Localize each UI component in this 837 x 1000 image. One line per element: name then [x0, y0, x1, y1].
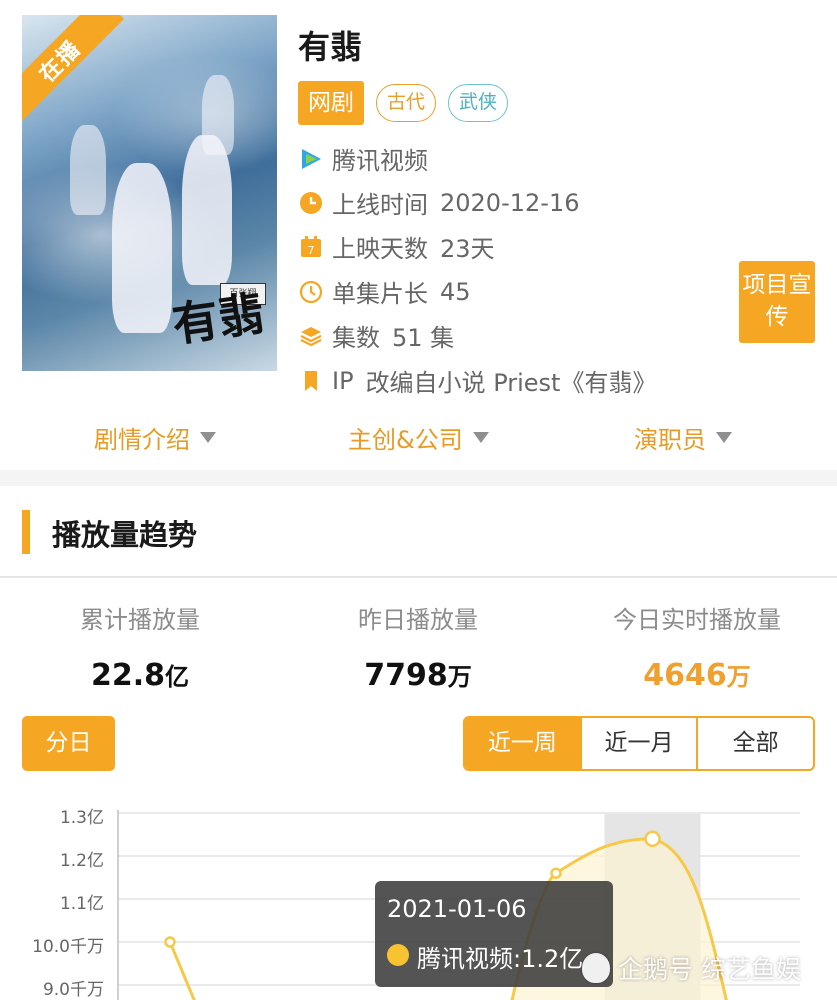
- watermark-text: 企鹅号 综艺鱼娱: [618, 955, 801, 984]
- poster-figure: [112, 163, 172, 333]
- poster-figure: [182, 135, 232, 285]
- stat-yesterday: 昨日播放量 7798万: [303, 600, 533, 693]
- tooltip-value: 腾讯视频:1.2亿: [417, 945, 584, 973]
- platform-row: 腾讯视频: [298, 141, 428, 176]
- stat-today: 今日实时播放量 4646万: [582, 600, 812, 693]
- tencent-video-icon: [298, 146, 324, 172]
- tab-cast-label: 演职员: [634, 426, 706, 454]
- ip-value: 改编自小说 Priest《有翡》: [365, 369, 657, 397]
- episode-length-label: 单集片长: [332, 280, 428, 308]
- tag-genre[interactable]: 武侠: [448, 84, 509, 122]
- data-point: [550, 867, 562, 879]
- range-selector: 近一周 近一月 全部: [463, 716, 815, 771]
- days-value: 23天: [440, 235, 495, 263]
- section-accent-bar: [22, 510, 30, 554]
- dropdown-arrow-icon: [716, 432, 732, 443]
- svg-text:7: 7: [308, 244, 315, 257]
- penguin-icon: [582, 953, 610, 983]
- page-title: 有翡: [298, 28, 363, 66]
- tab-cast[interactable]: 演职员: [634, 420, 732, 455]
- y-tick: 1.1亿: [59, 894, 104, 914]
- stat-today-value: 4646万: [643, 658, 751, 693]
- days-label: 上映天数: [332, 235, 428, 263]
- chart-tooltip: 2021-01-06 腾讯视频:1.2亿: [375, 881, 613, 987]
- stat-yesterday-label: 昨日播放量: [358, 606, 478, 634]
- y-tick: 1.2亿: [59, 851, 104, 871]
- info-tabs: 剧情介绍 主创&公司 演职员: [0, 410, 837, 460]
- clock-icon: [298, 190, 324, 216]
- poster-badge: 在播: [22, 15, 125, 126]
- range-month[interactable]: 近一月: [579, 718, 697, 769]
- y-tick: 1.3亿: [59, 808, 104, 828]
- poster-title: 有翡: [169, 285, 268, 353]
- poster-figure: [70, 125, 106, 215]
- watermark: 企鹅号 综艺鱼娱: [582, 950, 801, 986]
- stat-total-label: 累计播放量: [80, 606, 200, 634]
- range-week[interactable]: 近一周: [465, 718, 580, 769]
- stat-total: 累计播放量 22.8亿: [25, 600, 255, 693]
- poster-image[interactable]: 在播 百张翔 有翡: [22, 15, 277, 371]
- section-title: 播放量趋势: [52, 518, 198, 552]
- layers-icon: [298, 323, 324, 349]
- stat-yesterday-value: 7798万: [364, 658, 472, 693]
- release-value: 2020-12-16: [440, 188, 580, 217]
- bookmark-icon: [298, 368, 324, 394]
- tab-synopsis-label: 剧情介绍: [94, 426, 190, 454]
- tag-era[interactable]: 古代: [376, 84, 437, 122]
- y-tick: 9.0千万: [42, 980, 104, 1000]
- tooltip-date: 2021-01-06: [387, 895, 527, 923]
- section-divider: [0, 470, 837, 486]
- release-row: 上线时间 2020-12-16: [298, 185, 579, 220]
- stat-today-label: 今日实时播放量: [613, 606, 781, 634]
- release-label: 上线时间: [332, 191, 428, 219]
- ip-row: IP 改编自小说 Priest《有翡》: [298, 363, 656, 398]
- show-header: 在播 百张翔 有翡 有翡 网剧 古代 武侠 腾讯视频 上线时间 2020-12-…: [0, 0, 837, 468]
- tab-creators[interactable]: 主创&公司: [348, 420, 489, 455]
- episodes-label: 集数: [332, 324, 380, 352]
- timer-icon: [298, 279, 324, 305]
- tab-synopsis[interactable]: 剧情介绍: [94, 420, 216, 455]
- granularity-button[interactable]: 分日: [22, 716, 115, 771]
- series-color-dot: [387, 944, 409, 966]
- data-point: [164, 936, 176, 948]
- series-line-segment: [168, 941, 196, 1000]
- tag-type[interactable]: 网剧: [298, 81, 364, 125]
- genre-tags: 网剧 古代 武侠: [298, 81, 509, 125]
- trend-section-header: 播放量趋势: [0, 486, 837, 578]
- episodes-value: 51 集: [392, 324, 455, 352]
- promo-button[interactable]: 项目宣传: [739, 261, 815, 343]
- poster-figure: [202, 75, 234, 155]
- dropdown-arrow-icon: [472, 432, 489, 443]
- dropdown-arrow-icon: [200, 432, 216, 443]
- calendar-icon: 7: [298, 234, 324, 260]
- y-tick: 10.0千万: [32, 937, 104, 957]
- episode-length-row: 单集片长 45: [298, 274, 471, 309]
- episode-length-value: 45: [440, 277, 471, 306]
- tab-creators-label: 主创&公司: [348, 426, 463, 454]
- ip-label: IP: [332, 366, 354, 395]
- episodes-row: 集数 51 集: [298, 318, 454, 353]
- range-all[interactable]: 全部: [696, 718, 813, 769]
- platform-name: 腾讯视频: [332, 147, 428, 175]
- data-point: [644, 830, 661, 848]
- days-row: 7 上映天数 23天: [298, 229, 495, 264]
- stat-total-value: 22.8亿: [90, 658, 190, 693]
